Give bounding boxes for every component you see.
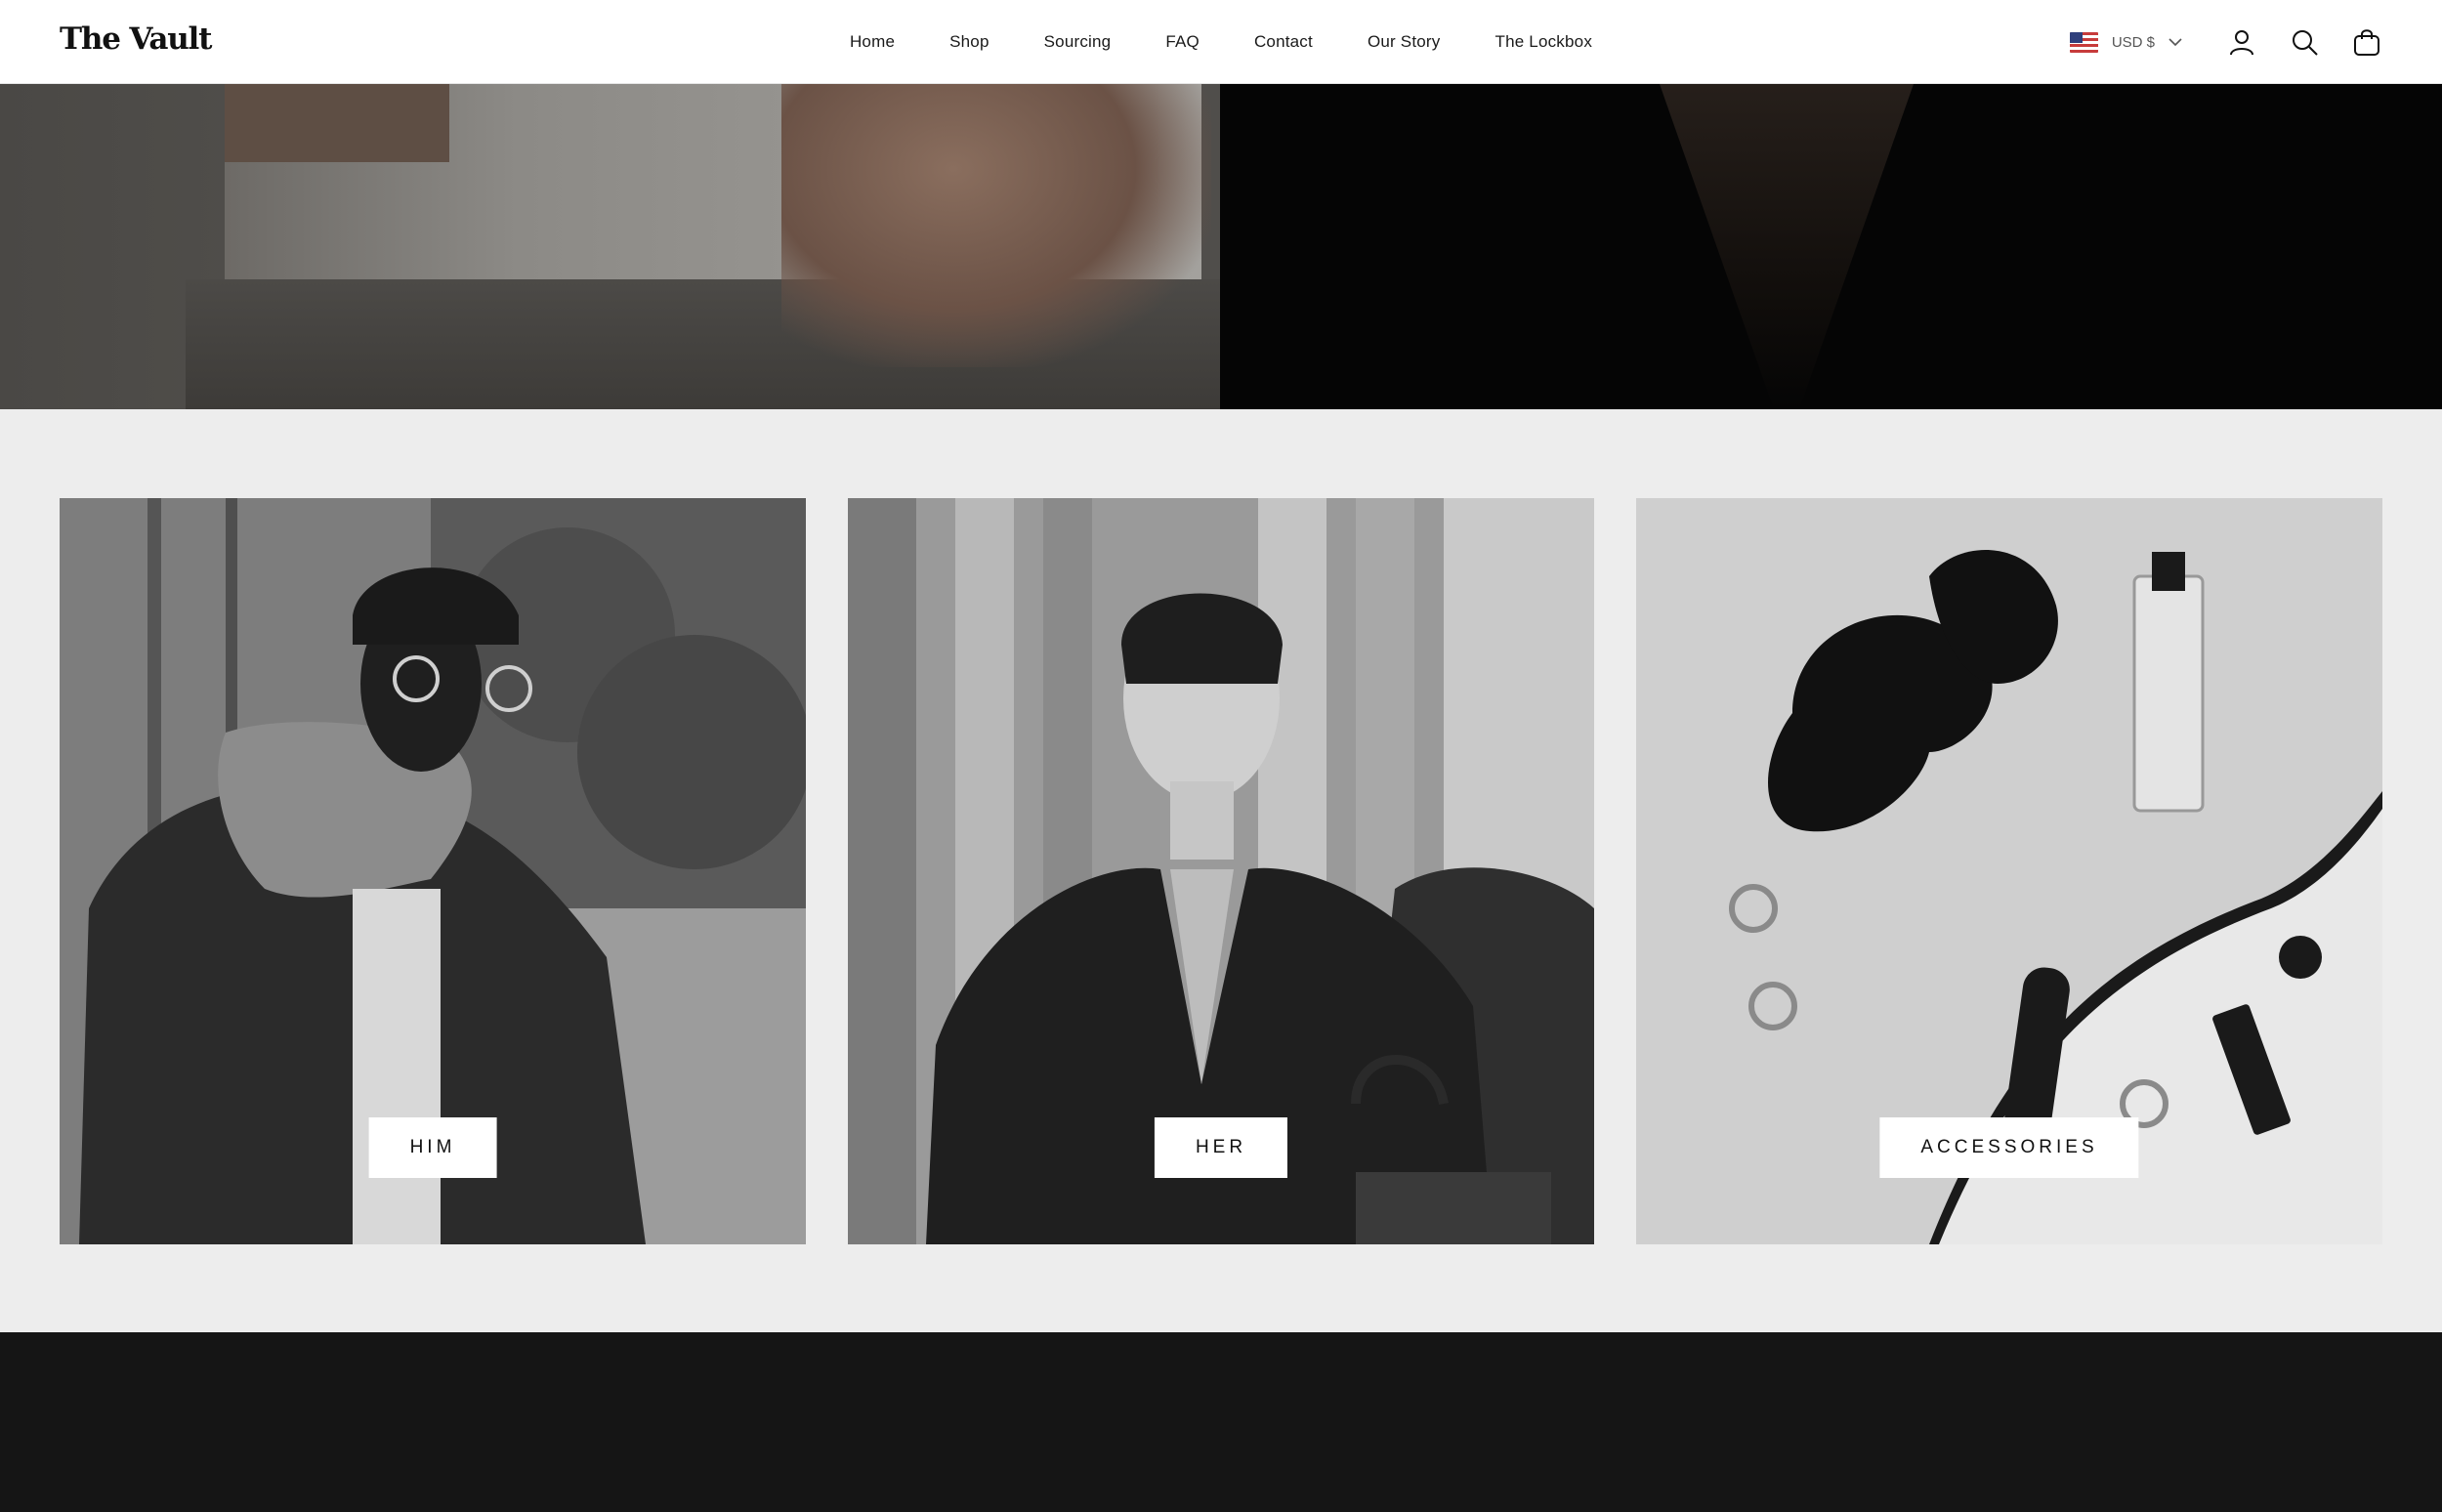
collection-card-her[interactable]: HER bbox=[848, 498, 1594, 1244]
us-flag-icon bbox=[2069, 31, 2098, 53]
account-icon[interactable] bbox=[2225, 25, 2258, 59]
nav-item-shop[interactable]: Shop bbox=[949, 32, 989, 52]
cart-icon[interactable] bbox=[2350, 25, 2383, 59]
hero-image-hand bbox=[0, 84, 1220, 409]
chevron-down-icon bbox=[2168, 37, 2182, 46]
site-logo[interactable]: The Vault bbox=[60, 21, 212, 57]
hero-banner bbox=[0, 84, 2442, 409]
nav-item-sourcing[interactable]: Sourcing bbox=[1044, 32, 1112, 52]
collection-label-her[interactable]: HER bbox=[1154, 1117, 1288, 1178]
currency-selector[interactable]: USD $ bbox=[2069, 31, 2182, 53]
collection-label-him[interactable]: HIM bbox=[368, 1117, 497, 1178]
nav-item-home[interactable]: Home bbox=[850, 32, 895, 52]
site-header: The Vault Home Shop Sourcing FAQ Contact… bbox=[0, 0, 2442, 84]
search-icon[interactable] bbox=[2288, 25, 2321, 59]
header-actions: USD $ bbox=[2069, 0, 2383, 84]
collection-card-him[interactable]: HIM bbox=[60, 498, 806, 1244]
collection-grid: HIM HER ACCESSORIES bbox=[60, 498, 2382, 1244]
nav-item-faq[interactable]: FAQ bbox=[1165, 32, 1200, 52]
nav-item-the-lockbox[interactable]: The Lockbox bbox=[1495, 32, 1592, 52]
nav-item-contact[interactable]: Contact bbox=[1254, 32, 1313, 52]
collection-label-accessories[interactable]: ACCESSORIES bbox=[1879, 1117, 2139, 1178]
collection-card-accessories[interactable]: ACCESSORIES bbox=[1636, 498, 2382, 1244]
main-nav-list: Home Shop Sourcing FAQ Contact Our Story… bbox=[850, 32, 1592, 52]
hero-image-portrait bbox=[1220, 84, 2442, 409]
currency-label: USD $ bbox=[2111, 33, 2155, 51]
site-footer bbox=[0, 1332, 2442, 1512]
nav-item-our-story[interactable]: Our Story bbox=[1368, 32, 1441, 52]
